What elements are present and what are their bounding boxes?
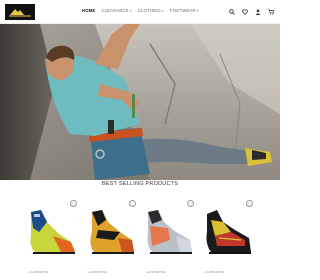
user-icon[interactable] xyxy=(254,8,261,15)
main-nav: HOME CLEARANCE ▾ CLOTHING ▾ FOOTWEAR ▾ xyxy=(82,8,199,13)
product-name: LA SPORTIVA xyxy=(29,270,49,274)
nav-home-label: HOME xyxy=(82,8,96,13)
hero-climber-image xyxy=(0,24,280,180)
product-card[interactable]: ♡ LA SPORTIVA xyxy=(25,196,79,280)
hero-banner[interactable] xyxy=(0,24,280,180)
cart-icon[interactable] xyxy=(267,8,274,15)
nav-footwear[interactable]: FOOTWEAR ▾ xyxy=(170,8,199,13)
logo-mountain-icon xyxy=(9,9,31,17)
product-image xyxy=(30,210,75,254)
nav-footwear-label: FOOTWEAR xyxy=(169,8,196,13)
chevron-down-icon: ▾ xyxy=(196,8,199,13)
nav-clothing-label: CLOTHING xyxy=(137,8,161,13)
product-name: LA SPORTIVA xyxy=(146,270,166,274)
product-card[interactable]: ♡ LA SPORTIVA xyxy=(142,196,196,280)
site-header: HOME CLEARANCE ▾ CLOTHING ▾ FOOTWEAR ▾ xyxy=(0,0,280,24)
nav-clothing[interactable]: CLOTHING ▾ xyxy=(138,8,164,13)
chevron-down-icon: ▾ xyxy=(129,8,132,13)
product-card[interactable]: ♡ LA SPORTIVA xyxy=(84,196,138,280)
product-card[interactable]: ♡ LA SPORTIVA xyxy=(201,196,255,280)
heart-icon[interactable] xyxy=(241,8,248,15)
product-image xyxy=(206,210,251,254)
product-name: LA SPORTIVA xyxy=(87,270,107,274)
header-actions xyxy=(228,8,274,15)
product-image xyxy=(90,210,134,254)
nav-home[interactable]: HOME xyxy=(82,8,95,13)
product-image xyxy=(147,210,193,254)
product-grid: ♡ LA SPORTIVA ♡ LA SPORTIVA ♡ LA SPORTIV… xyxy=(25,196,255,280)
chevron-down-icon: ▾ xyxy=(162,8,164,13)
search-icon[interactable] xyxy=(228,8,235,15)
brand-logo[interactable] xyxy=(5,4,35,20)
product-name: LA SPORTIVA xyxy=(204,270,225,274)
nav-clearance[interactable]: CLEARANCE ▾ xyxy=(101,8,131,13)
nav-clearance-label: CLEARANCE xyxy=(101,8,129,13)
best-selling-title: BEST SELLING PRODUCTS xyxy=(101,181,179,187)
